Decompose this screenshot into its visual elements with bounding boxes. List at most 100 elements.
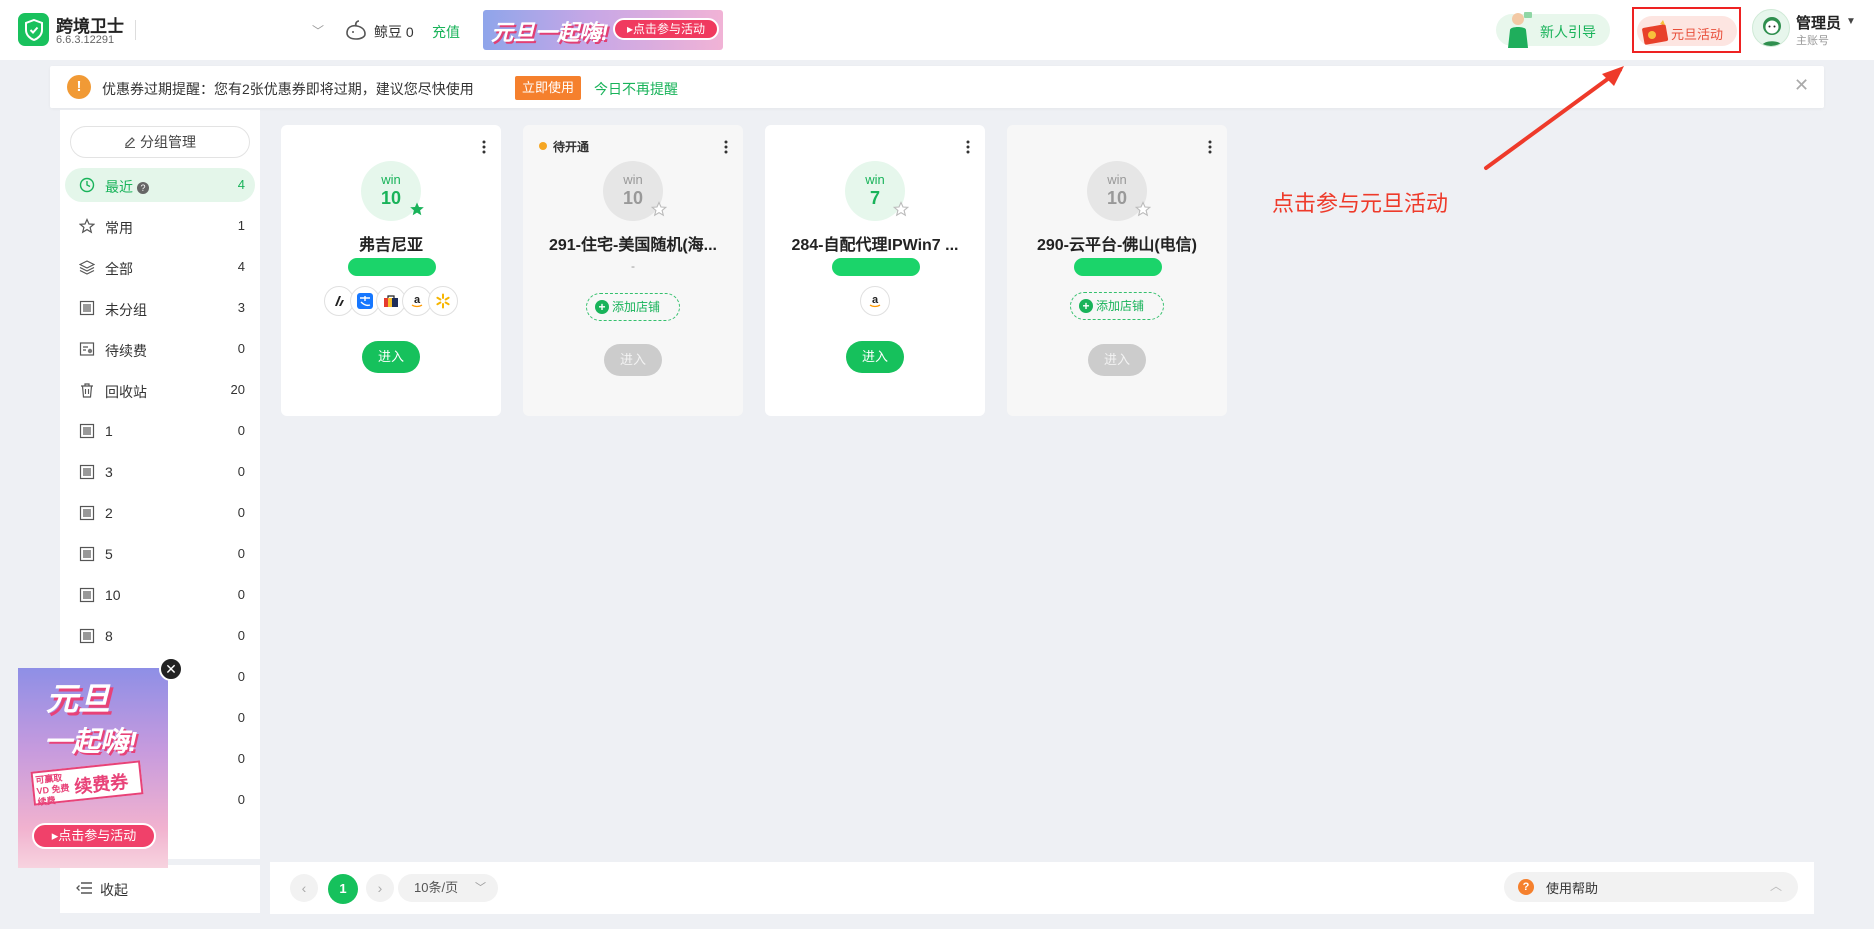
- sidebar-item-ungrouped[interactable]: 未分组 3: [65, 291, 255, 325]
- sidebar-item-count: 20: [230, 382, 245, 397]
- activity-label: 元旦活动: [1671, 27, 1724, 42]
- more-vertical-icon[interactable]: [481, 139, 487, 155]
- group-icon: [79, 300, 95, 316]
- svg-text:a: a: [414, 294, 421, 306]
- sidebar-item-count: 0: [237, 587, 245, 602]
- no-remind-today-link[interactable]: 今日不再提醒: [594, 79, 678, 99]
- avatar[interactable]: [1752, 9, 1790, 47]
- bean-balance: 鲸豆 0: [374, 24, 414, 40]
- star-outline-icon[interactable]: [651, 201, 667, 217]
- sidebar-item-count: 0: [237, 628, 245, 643]
- redacted-field: [1074, 258, 1162, 276]
- profile-name: 弗吉尼亚: [358, 237, 423, 254]
- annotation-arrow: [1484, 66, 1624, 170]
- browser-profile-card[interactable]: 待开通 win 10 291-住宅-美国随机(海... - + 添加店铺 进入: [523, 125, 743, 416]
- enter-button[interactable]: 进入: [604, 344, 662, 376]
- group-icon: [79, 546, 95, 562]
- group-icon: [79, 423, 95, 439]
- close-icon[interactable]: ✕: [159, 657, 183, 681]
- sidebar-item-all[interactable]: 全部 4: [65, 250, 255, 284]
- sidebar-item-group[interactable]: 5 0: [65, 537, 255, 571]
- enter-button[interactable]: 进入: [1088, 344, 1146, 376]
- sidebar-item-group[interactable]: 3 0: [65, 455, 255, 489]
- red-envelope-icon: [1642, 20, 1669, 45]
- group-icon: [79, 587, 95, 603]
- enter-button[interactable]: 进入: [846, 341, 904, 373]
- sidebar-item-count: 0: [237, 792, 245, 807]
- more-vertical-icon[interactable]: [1207, 139, 1213, 155]
- plus-icon: +: [1079, 299, 1093, 313]
- use-now-button[interactable]: 立即使用: [515, 76, 582, 100]
- promo-join-button[interactable]: ▸点击参与活动: [32, 823, 156, 849]
- enter-button[interactable]: 进入: [362, 341, 420, 373]
- next-page-button[interactable]: ›: [366, 874, 394, 902]
- collapse-menu-icon: [76, 882, 92, 894]
- user-name[interactable]: 管理员: [1796, 12, 1841, 33]
- browser-profile-card[interactable]: win 10 弗吉尼亚 a 进入: [281, 125, 501, 416]
- close-icon[interactable]: ✕: [1794, 75, 1809, 96]
- new-year-promo-popup[interactable]: 元旦 一起嗨! 可赢取VD 免费续费 续费券 ▸点击参与活动: [18, 668, 168, 868]
- more-vertical-icon[interactable]: [965, 139, 971, 155]
- user-role: 主账号: [1796, 35, 1829, 47]
- sidebar-item-count: 0: [237, 341, 245, 356]
- sidebar-item-label: 10: [105, 587, 121, 603]
- group-manage-button[interactable]: 分组管理: [70, 126, 250, 158]
- add-shop-button[interactable]: + 添加店铺: [586, 293, 680, 321]
- group-icon: [79, 464, 95, 480]
- amazon-icon[interactable]: a: [860, 286, 890, 316]
- usage-help-label: 使用帮助: [1546, 881, 1599, 896]
- newbie-guide-label: 新人引导: [1540, 24, 1596, 40]
- new-year-activity-button[interactable]: 元旦活动: [1637, 16, 1737, 46]
- collapse-sidebar-button[interactable]: 收起: [60, 865, 260, 913]
- recharge-link[interactable]: 充值: [432, 22, 460, 42]
- profile-name: 291-住宅-美国随机(海...: [548, 237, 718, 254]
- group-manage-label: 分组管理: [140, 134, 196, 150]
- sidebar-item-count: 0: [237, 669, 245, 684]
- star-outline-icon[interactable]: [1135, 201, 1151, 217]
- prev-page-button[interactable]: ‹: [290, 874, 318, 902]
- warning-icon: !: [67, 75, 91, 99]
- banner-join-button[interactable]: ▸点击参与活动: [613, 18, 720, 40]
- caret-down-icon[interactable]: ▼: [1846, 16, 1856, 27]
- sidebar-item-group[interactable]: 2 0: [65, 496, 255, 530]
- usage-help-button[interactable]: ? 使用帮助 ︿: [1504, 872, 1798, 902]
- profile-name: 284-自配代理IPWin7 ...: [791, 237, 959, 254]
- chevron-up-icon: ︿: [1769, 879, 1782, 893]
- sidebar-item-favorites[interactable]: 常用 1: [65, 209, 255, 243]
- sidebar-item-pending-renewal[interactable]: 待续费 0: [65, 332, 255, 366]
- newbie-guide-button[interactable]: 新人引导: [1496, 12, 1610, 48]
- redacted-field: [832, 258, 920, 276]
- add-shop-button[interactable]: + 添加店铺: [1070, 292, 1164, 320]
- help-icon[interactable]: ?: [137, 182, 149, 194]
- sidebar-item-recycle-bin[interactable]: 回收站 20: [65, 373, 255, 407]
- new-year-banner[interactable]: 元旦一起嗨! ▸点击参与活动: [483, 10, 723, 50]
- current-page[interactable]: 1: [328, 874, 358, 904]
- divider: [135, 20, 136, 40]
- sidebar-item-label: 最近?: [105, 177, 149, 197]
- browser-profile-card[interactable]: win 10 290-云平台-佛山(电信) + 添加店铺 进入: [1007, 125, 1227, 416]
- star-filled-icon[interactable]: [409, 201, 425, 217]
- sidebar-item-count: 0: [237, 710, 245, 725]
- sidebar-item-group[interactable]: 1 0: [65, 414, 255, 448]
- shop-icons: a: [281, 286, 501, 316]
- app-version: 6.6.3.12291: [56, 34, 115, 46]
- promo-subtitle: 一起嗨!: [44, 726, 138, 757]
- group-icon: [79, 628, 95, 644]
- sidebar-item-group[interactable]: 10 0: [65, 578, 255, 612]
- browser-profile-card[interactable]: win 7 284-自配代理IPWin7 ... a 进入: [765, 125, 985, 416]
- sidebar-item-label: 5: [105, 546, 113, 562]
- sidebar-item-group[interactable]: 8 0: [65, 619, 255, 653]
- page-size-select[interactable]: 10条/页 ﹀: [398, 874, 498, 902]
- promo-title: 元旦: [46, 681, 111, 717]
- annotation-text: 点击参与元旦活动: [1272, 191, 1449, 216]
- more-vertical-icon[interactable]: [723, 139, 729, 155]
- star-outline-icon[interactable]: [893, 201, 909, 217]
- sidebar-item-recent[interactable]: 最近? 4: [65, 168, 255, 202]
- chevron-down-icon: ﹀: [475, 882, 486, 894]
- layers-icon: [79, 260, 95, 275]
- sidebar-item-count: 0: [237, 546, 245, 561]
- walmart-icon[interactable]: [428, 286, 458, 316]
- promo-coupon-badge: 可赢取VD 免费续费 续费券: [30, 760, 144, 807]
- chevron-down-icon[interactable]: ﹀: [312, 22, 324, 39]
- guide-person-icon: [1508, 12, 1532, 48]
